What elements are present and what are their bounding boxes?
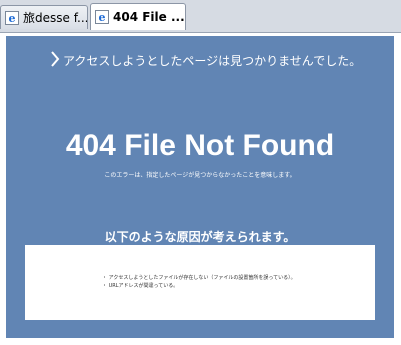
causes-heading: 以下のような原因が考えられます。 [104,230,296,244]
browser-tab-bar: e 旅desse f... e 404 File ... [0,0,401,33]
tab-tabidesse[interactable]: e 旅desse f... [0,5,88,29]
tab-label: 旅desse f... [23,11,88,25]
page-title: 404 File Not Found [65,129,335,162]
list-item: ・ URLアドレスが間違っている。 [102,283,179,289]
ie-icon: e [95,10,109,24]
list-item: ・ アクセスしようとしたファイルが存在しない（ファイルの設置箇所を誤っている）。 [102,275,296,281]
tab-label: 404 File ... [113,10,185,24]
error-page: アクセスしようとしたページは見つかりませんでした。 404 File Not F… [6,36,394,338]
not-found-message: アクセスしようとしたページは見つかりませんでした。 [63,54,362,68]
causes-box: ・ アクセスしようとしたファイルが存在しない（ファイルの設置箇所を誤っている）。… [25,245,375,320]
tab-404-file[interactable]: e 404 File ... [90,3,186,30]
chevron-right-icon [51,51,60,67]
error-description: このエラーは、指定したページが見つからなかったことを意味します。 [104,172,296,179]
svg-text:e: e [9,12,16,25]
ie-icon: e [5,10,19,25]
svg-text:e: e [99,11,106,24]
cause-list: ・ アクセスしようとしたファイルが存在しない（ファイルの設置箇所を誤っている）。… [102,274,296,290]
